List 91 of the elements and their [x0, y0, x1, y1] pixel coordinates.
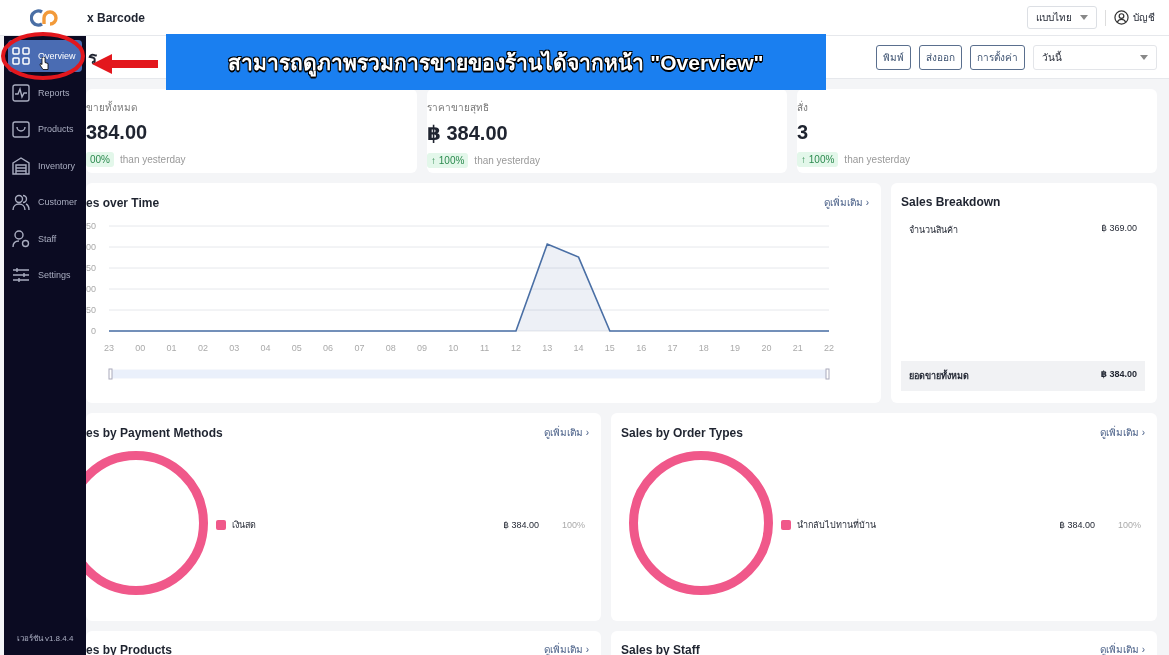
x-tick-label: 10: [448, 343, 459, 353]
toolbar-button[interactable]: พิมพ์: [876, 44, 911, 70]
stat-label: ขายทั้งหมด: [86, 102, 137, 113]
comparison-note: than yesterday: [120, 154, 186, 165]
x-tick-label: 06: [323, 343, 334, 353]
card-title: Sales by Order Types: [621, 425, 743, 440]
card-title: Sales Breakdown: [901, 195, 1002, 209]
x-tick-label: 22: [824, 343, 834, 353]
bag-icon: [12, 120, 30, 138]
x-tick-label: 07: [354, 343, 365, 353]
period-select[interactable]: วันนี้: [1033, 44, 1157, 70]
warehouse-icon: [12, 156, 30, 175]
see-more-link[interactable]: ดูเพิ่มเติม ›: [823, 195, 869, 210]
legend-amount: ฿ 384.00: [503, 520, 539, 530]
y-tick-label: 50: [86, 263, 96, 273]
people-icon: [12, 193, 30, 211]
person-icon: [12, 229, 30, 248]
grid-icon: [12, 47, 30, 65]
see-more-link[interactable]: ดูเพิ่มเติม ›: [1099, 642, 1145, 655]
comparison-note: than yesterday: [474, 155, 540, 166]
x-tick-label: 18: [698, 343, 709, 353]
y-tick-label: 00: [86, 242, 96, 252]
x-tick-label: 20: [761, 343, 772, 353]
y-tick-label: 00: [86, 284, 96, 294]
x-tick-label: 02: [197, 343, 208, 353]
total-label: ยอดขายทั้งหมด: [909, 369, 969, 383]
caret-icon: [1140, 54, 1148, 60]
card-title: es by Payment Methods: [86, 425, 223, 440]
stat-value: ฿ 384.00: [427, 122, 508, 144]
y-tick-label: 0: [91, 326, 96, 336]
x-tick-label: 00: [135, 343, 146, 353]
caret-icon: [1080, 15, 1088, 20]
total-amount: ฿ 384.00: [1100, 369, 1137, 381]
app-name: x Barcode: [87, 10, 146, 25]
slider-handle[interactable]: [108, 368, 113, 380]
x-tick-label: 21: [792, 343, 803, 353]
nav-item[interactable]: Staff: [8, 222, 82, 255]
toolbar-button[interactable]: ส่งออก: [919, 44, 962, 70]
x-tick-label: 19: [730, 343, 741, 353]
x-tick-label: 01: [166, 343, 177, 353]
stat-value: 3: [797, 121, 809, 143]
change-badge: ↑ 100%: [427, 153, 469, 168]
x-tick-label: 13: [542, 343, 553, 353]
legend-percent: 100%: [1116, 520, 1141, 530]
y-tick-label: 50: [86, 221, 96, 231]
x-tick-label: 09: [417, 343, 428, 353]
x-tick-label: 14: [573, 343, 584, 353]
card-title: es over Time: [86, 195, 160, 210]
x-tick-label: 23: [104, 343, 114, 353]
logo-icon: [30, 6, 60, 29]
nav-item[interactable]: Reports: [8, 76, 82, 109]
toolbar-button[interactable]: การตั้งค่า: [970, 44, 1025, 70]
version-label: เวอร์ชัน v1.8.4.4: [15, 633, 75, 645]
breakdown-label: จำนวนสินค้า: [909, 224, 958, 237]
legend-percent: 100%: [560, 520, 585, 530]
nav-item[interactable]: Settings: [8, 259, 82, 291]
x-tick-label: 11: [480, 343, 490, 353]
change-badge: 00%: [86, 152, 114, 167]
x-tick-label: 08: [385, 343, 396, 353]
x-tick-label: 17: [667, 343, 678, 353]
change-badge: ↑ 100%: [797, 152, 839, 167]
settings-icon: [12, 266, 30, 284]
comparison-note: than yesterday: [844, 154, 910, 165]
y-tick-label: 50: [86, 305, 96, 315]
nav-item[interactable]: Customer: [8, 186, 82, 218]
breakdown-amount: ฿ 369.00: [1101, 223, 1137, 235]
slider-handle[interactable]: [825, 368, 830, 380]
nav-item[interactable]: Inventory: [8, 149, 82, 182]
user-icon: [1114, 10, 1129, 25]
x-tick-label: 16: [636, 343, 647, 353]
x-tick-label: 04: [260, 343, 271, 353]
x-tick-label: 03: [229, 343, 240, 353]
legend-label: นำกลับไปทานที่บ้าน: [797, 518, 876, 532]
caption-banner: สามารถดูภาพรวมการขายของร้านได้จากหน้า "Overview": [166, 34, 826, 90]
page-title: ร: [88, 47, 97, 70]
account-menu[interactable]: บัญชี: [1114, 10, 1155, 25]
stat-label: ราคาขายสุทธิ: [427, 102, 489, 113]
see-more-link[interactable]: ดูเพิ่มเติม ›: [1099, 425, 1145, 440]
x-tick-label: 15: [604, 343, 615, 353]
see-more-link[interactable]: ดูเพิ่มเติม ›: [543, 642, 589, 655]
language-select[interactable]: แบบไทย: [1027, 6, 1097, 29]
legend-amount: ฿ 384.00: [1059, 520, 1095, 530]
legend-label: เงินสด: [232, 519, 256, 532]
x-tick-label: 05: [291, 343, 302, 353]
nav-item[interactable]: Products: [8, 113, 82, 145]
stat-value: 384.00: [86, 121, 148, 143]
x-tick-label: 12: [510, 343, 521, 353]
stat-label: สั่ง: [797, 102, 808, 113]
see-more-link[interactable]: ดูเพิ่มเติม ›: [543, 425, 589, 440]
hand-cursor-icon: [39, 57, 49, 70]
activity-icon: [12, 83, 30, 102]
